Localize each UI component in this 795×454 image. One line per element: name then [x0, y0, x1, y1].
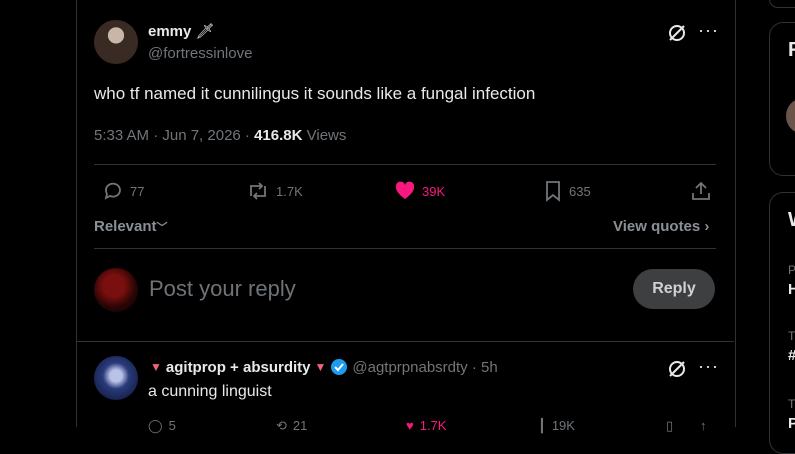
author-name-text[interactable]: emmy [148, 23, 191, 40]
sort-label: Relevant [94, 218, 157, 235]
triangle-icon: ▼ [150, 360, 162, 374]
chevron-down-icon: ﹀ [156, 222, 168, 234]
divider [94, 248, 716, 249]
sidebar-search[interactable] [769, 0, 795, 8]
heart-icon: ♥ [406, 418, 414, 433]
reply-views-action[interactable]: ┃ 19K [538, 418, 575, 434]
trend-meta: T [788, 397, 795, 411]
reply-repost-action[interactable]: ⟲ 21 [276, 418, 307, 434]
views-icon: ┃ [538, 418, 546, 433]
reply-count: 77 [130, 183, 145, 199]
repost-icon [250, 182, 266, 200]
reply-icon: ◯ [148, 418, 163, 433]
reply-repost-count: 21 [292, 418, 308, 433]
reply-button[interactable]: Reply [633, 269, 715, 309]
trend-meta: P [788, 263, 795, 277]
reply-author-avatar[interactable] [94, 356, 138, 400]
bookmark-count: 635 [569, 183, 591, 199]
dagger-icon: 🗡 [195, 23, 215, 40]
tweet-meta: 5:33 AM · Jun 7, 2026 · 416.8K Views [94, 127, 346, 144]
author-name[interactable]: emmy 🗡 [148, 22, 215, 40]
trend-meta: T [788, 329, 795, 343]
grok-icon[interactable] [666, 358, 688, 385]
more-icon[interactable]: ··· [698, 356, 719, 377]
tweet-text: who tf named it cunnilingus it sounds li… [94, 84, 536, 103]
more-icon[interactable]: ··· [698, 20, 719, 41]
reply-author-name[interactable]: agitprop + absurdity [166, 359, 311, 376]
verified-icon [331, 359, 348, 375]
trend-title[interactable]: P [788, 415, 795, 432]
share-icon [692, 181, 710, 200]
reply-text: a cunning linguist [148, 383, 272, 400]
trends-title: W [788, 209, 795, 232]
chevron-right-icon: › [704, 218, 710, 235]
reply-reply-count: 5 [168, 418, 176, 433]
reply-like-action[interactable]: ♥ 1.7K [406, 418, 446, 433]
bookmark-icon[interactable]: ▯ [666, 418, 673, 434]
author-handle[interactable]: @fortressinlove [148, 45, 252, 62]
share-icon[interactable]: ↑ [700, 418, 707, 433]
repost-action[interactable]: 1.7K [246, 180, 303, 202]
reply-reply-action[interactable]: ◯ 5 [148, 418, 176, 434]
like-count: 39K [422, 183, 446, 199]
grok-icon[interactable] [666, 22, 688, 49]
repost-count: 1.7K [276, 183, 303, 199]
views-count: 416.8K [254, 127, 303, 144]
triangle-icon: ▼ [314, 360, 327, 374]
view-quotes-label: View quotes [613, 218, 701, 235]
sidebar-avatar[interactable] [786, 99, 795, 133]
tweet-time[interactable]: 5:33 AM · Jun 7, 2026 · [94, 127, 254, 144]
user-avatar[interactable] [94, 268, 138, 312]
sidebar-card: R [769, 22, 795, 176]
views-label: Views [302, 127, 347, 144]
reply-icon [104, 182, 121, 200]
bookmark-icon [546, 181, 560, 202]
heart-icon [395, 181, 415, 199]
trends-card: W P H T # T P [769, 192, 795, 454]
divider [94, 164, 716, 165]
repost-icon: ⟲ [276, 418, 287, 433]
reply-author-handle[interactable]: @agtprpnabsrdty · 5h [352, 359, 497, 376]
author-avatar[interactable] [94, 20, 138, 64]
sidebar-card-title: R [788, 39, 795, 62]
reply-like-count: 1.7K [419, 418, 447, 433]
like-action[interactable]: 39K [394, 180, 445, 202]
reply-views-count: 19K [551, 418, 575, 433]
reply-author[interactable]: ▼ agitprop + absurdity ▼ @agtprpnabsrdty… [150, 358, 498, 376]
reply-input[interactable]: Post your reply [149, 276, 296, 302]
trend-title[interactable]: H [788, 281, 795, 298]
divider [77, 341, 734, 342]
trend-title[interactable]: # [788, 347, 795, 364]
reply-action[interactable]: 77 [102, 180, 144, 202]
bookmark-action[interactable]: 635 [543, 180, 591, 202]
share-action[interactable] [690, 180, 712, 202]
sort-dropdown[interactable]: Relevant﹀ [94, 218, 168, 235]
view-quotes-link[interactable]: View quotes › [613, 218, 709, 235]
